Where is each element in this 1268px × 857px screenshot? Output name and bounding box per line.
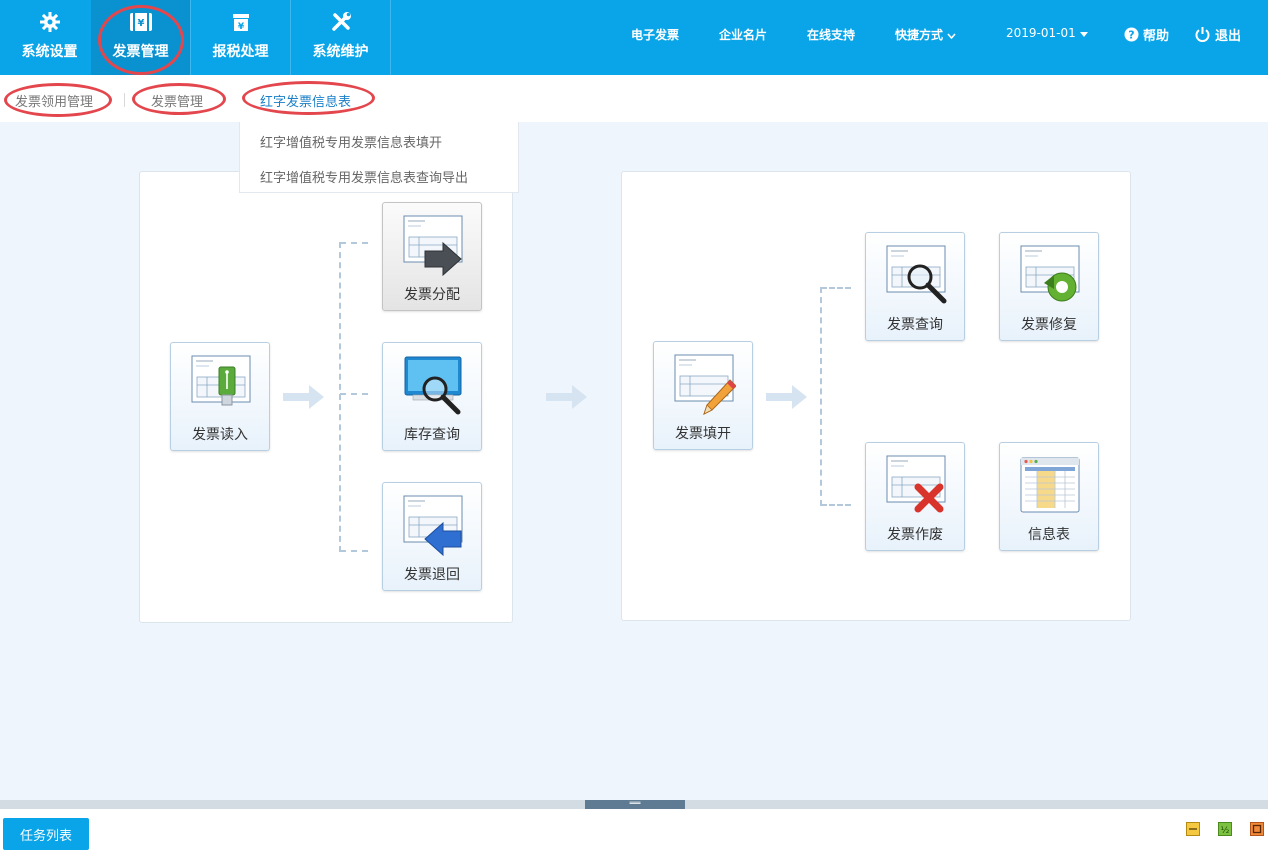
top-bar: 系统设置 ¥ 发票管理 ¥ 报税处理 系统维护 电子发票 企业名片 在线支持 快… (0, 0, 1268, 75)
tile-label: 发票修复 (1021, 317, 1077, 333)
module-invoice-management[interactable]: ¥ 发票管理 (91, 0, 191, 75)
tile-label: 发票查询 (887, 317, 943, 333)
dropdown-item-query-export-red-info[interactable]: 红字增值税专用发票信息表查询导出 (260, 167, 468, 186)
tile-label: 发票填开 (675, 426, 731, 442)
logout-label: 退出 (1215, 29, 1242, 44)
footer-bar: 任务列表 ½ (0, 809, 1268, 857)
monitor-search-icon (404, 356, 462, 415)
invoice-return-tile[interactable]: 发票退回 (382, 482, 482, 591)
invoice-query-tile[interactable]: 发票查询 (865, 232, 965, 341)
invoice-repair-tile[interactable]: 发票修复 (999, 232, 1099, 341)
help-icon: ? (1124, 27, 1139, 46)
panel-splitter[interactable]: ══ (0, 800, 1268, 809)
module-label: 发票管理 (112, 44, 169, 60)
task-list-button[interactable]: 任务列表 (3, 818, 89, 850)
connector-line (340, 393, 368, 395)
invoice-fill-tile[interactable]: 发票填开 (653, 341, 753, 450)
gear-icon (39, 10, 61, 34)
subnav-red-invoice-info[interactable]: 红字发票信息表 (260, 91, 351, 110)
nav-shortcut[interactable]: 快捷方式 (895, 26, 956, 43)
invoice-distribute-tile[interactable]: 发票分配 (382, 202, 482, 311)
red-invoice-dropdown-menu: 红字增值税专用发票信息表填开 红字增值税专用发票信息表查询导出 (239, 122, 519, 193)
spreadsheet-icon (1020, 457, 1080, 513)
svg-text:¥: ¥ (137, 18, 144, 29)
info-table-tile[interactable]: 信息表 (999, 442, 1099, 551)
connector-line (340, 242, 368, 244)
connector-line (821, 504, 851, 506)
chevron-down-icon (947, 28, 956, 42)
date-value: 2019-01-01 (1006, 26, 1076, 40)
dropdown-item-fill-red-info[interactable]: 红字增值税专用发票信息表填开 (260, 132, 442, 151)
subnav-invoice-management[interactable]: 发票管理 (151, 91, 203, 110)
minimize-icon[interactable] (1186, 822, 1200, 836)
splitter-grip-handle[interactable]: ══ (585, 800, 685, 809)
module-label: 系统维护 (312, 44, 369, 60)
nav-online-support[interactable]: 在线支持 (807, 26, 855, 43)
date-selector[interactable]: 2019-01-01 (1006, 26, 1088, 40)
tools-icon (330, 10, 352, 34)
nav-einvoice[interactable]: 电子发票 (631, 26, 679, 43)
invoice-void-tile[interactable]: 发票作废 (865, 442, 965, 551)
maximize-icon[interactable] (1250, 822, 1264, 836)
subnav-invoice-requisition[interactable]: 发票领用管理 (15, 91, 93, 110)
magnifier-invoice-icon (886, 245, 947, 304)
usb-invoice-icon (191, 355, 251, 406)
svg-text:½: ½ (1221, 826, 1230, 836)
module-label: 系统设置 (21, 44, 78, 60)
invoice-read-tile[interactable]: 发票读入 (170, 342, 270, 451)
invoice-icon: ¥ (129, 10, 153, 34)
tile-label: 库存查询 (404, 427, 460, 443)
tile-label: 发票读入 (192, 427, 248, 443)
flow-arrow-icon (766, 385, 807, 409)
logout-link[interactable]: 退出 (1195, 25, 1241, 46)
flow-arrow-icon (546, 385, 587, 409)
arrow-left-invoice-icon (403, 495, 463, 557)
tile-label: 信息表 (1028, 527, 1070, 543)
connector-line (340, 550, 368, 552)
cross-invoice-icon (886, 455, 946, 513)
help-link[interactable]: ? 帮助 (1124, 25, 1169, 46)
caret-down-icon (1079, 26, 1088, 40)
subnav-divider (124, 93, 125, 107)
module-tax-processing[interactable]: ¥ 报税处理 (191, 0, 291, 75)
tile-label: 发票分配 (404, 287, 460, 303)
tile-label: 发票作废 (887, 527, 943, 543)
nav-shortcut-label: 快捷方式 (895, 28, 944, 42)
svg-text:¥: ¥ (237, 22, 244, 32)
half-size-icon[interactable]: ½ (1218, 822, 1232, 836)
refresh-invoice-icon (1020, 245, 1080, 302)
pencil-invoice-icon (674, 354, 736, 415)
help-label: 帮助 (1143, 29, 1170, 44)
flow-arrow-icon (283, 385, 324, 409)
connector-line (339, 242, 341, 552)
module-system-settings[interactable]: 系统设置 (0, 0, 100, 75)
power-icon (1195, 26, 1210, 46)
sub-navigation: 发票领用管理 发票管理 红字发票信息表 (0, 75, 1268, 122)
tax-icon: ¥ (230, 10, 252, 34)
tile-label: 发票退回 (404, 567, 460, 583)
connector-line (821, 287, 851, 289)
nav-business-card[interactable]: 企业名片 (719, 26, 767, 43)
module-system-maintenance[interactable]: 系统维护 (291, 0, 391, 75)
svg-text:?: ? (1128, 29, 1134, 42)
connector-line (820, 287, 822, 506)
module-label: 报税处理 (212, 44, 269, 60)
stock-query-tile[interactable]: 库存查询 (382, 342, 482, 451)
arrow-right-invoice-icon (403, 215, 463, 277)
